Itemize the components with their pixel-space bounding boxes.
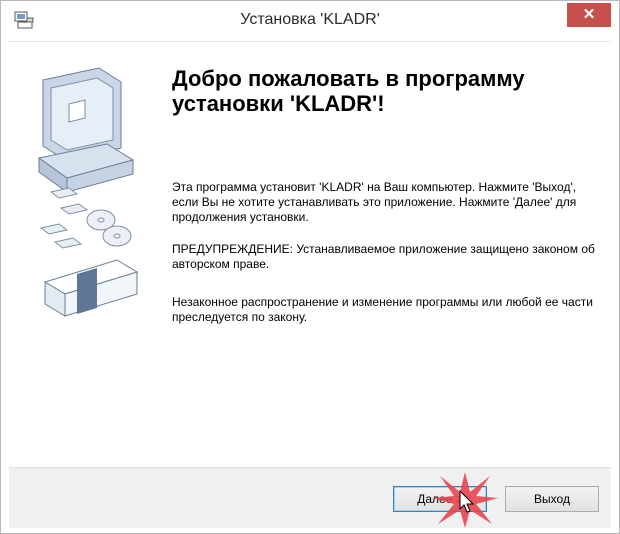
legal-notice: Незаконное распространение и изменение п… xyxy=(172,295,593,324)
button-bar: Далее > Выход xyxy=(9,467,611,528)
exit-button[interactable]: Выход xyxy=(505,486,599,512)
title-bar[interactable]: Установка 'KLADR' ✕ xyxy=(1,1,619,41)
close-button[interactable]: ✕ xyxy=(567,3,611,27)
computer-disks-illustration xyxy=(37,67,139,317)
installer-window: Установка 'KLADR' ✕ Добро пожаловать в п… xyxy=(0,0,620,534)
window-title: Установка 'KLADR' xyxy=(240,11,380,28)
install-description: Эта программа установит 'KLADR' на Ваш к… xyxy=(172,180,577,224)
welcome-panel: Добро пожаловать в программу установки '… xyxy=(9,41,611,467)
welcome-title: Добро пожаловать в программу установки '… xyxy=(172,66,525,116)
close-icon: ✕ xyxy=(582,6,596,23)
mouse-pointer-icon xyxy=(459,490,475,513)
copyright-warning: ПРЕДУПРЕЖДЕНИЕ: Устанавливаемое приложен… xyxy=(172,242,595,271)
